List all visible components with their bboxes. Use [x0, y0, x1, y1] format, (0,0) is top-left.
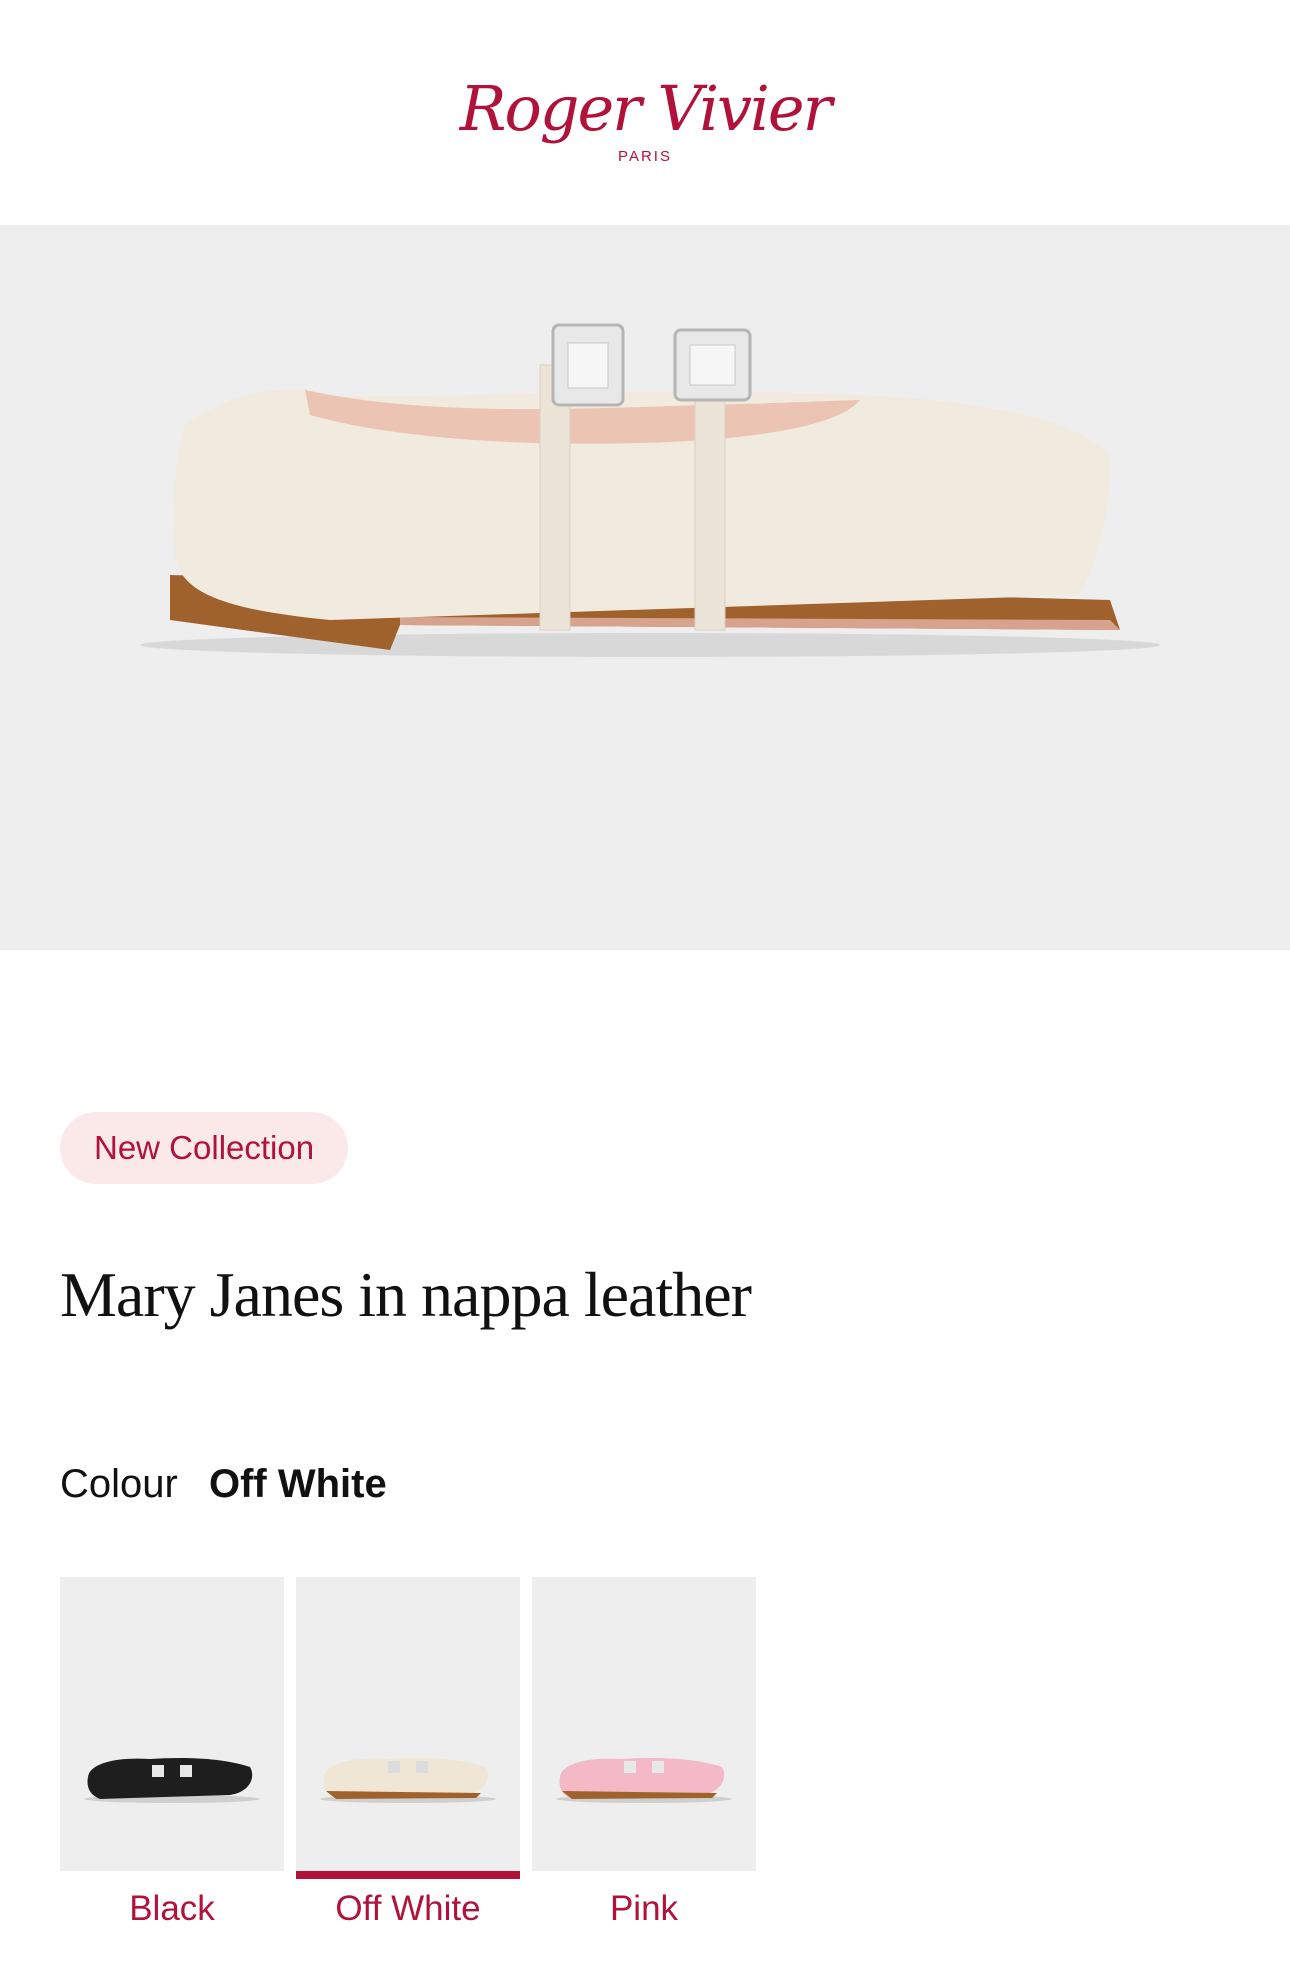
new-collection-badge: New Collection [60, 1112, 349, 1184]
swatch-indicator [60, 1871, 284, 1879]
swatch-black[interactable]: Black [60, 1577, 284, 1929]
shoe-thumbnail-icon [556, 1757, 732, 1803]
brand-subtitle: PARIS [618, 148, 672, 165]
swatch-label: Off White [335, 1889, 481, 1928]
selected-colour: Off White [208, 1462, 387, 1506]
swatch-off-white[interactable]: Off White [296, 1577, 520, 1929]
swatch-image [532, 1577, 756, 1871]
swatch-image [296, 1577, 520, 1871]
swatch-image [60, 1577, 284, 1871]
site-header: Roger Vivier PARIS [0, 0, 1290, 225]
shoe-image [140, 323, 1160, 657]
shoe-thumbnail-icon [84, 1757, 260, 1803]
product-title: Mary Janes in nappa leather [60, 1259, 752, 1330]
shoe-thumbnail-icon [320, 1757, 496, 1803]
swatch-selected-indicator [296, 1871, 520, 1879]
colour-label: Colour [60, 1462, 178, 1506]
swatch-indicator [532, 1871, 756, 1879]
colour-swatches: Black Off White Pink [60, 1577, 756, 1929]
swatch-pink[interactable]: Pink [532, 1577, 756, 1929]
brand-name: Roger Vivier [459, 72, 832, 145]
swatch-label: Black [129, 1889, 215, 1928]
colour-selector-label: Colour Off White [60, 1462, 387, 1507]
brand-logo[interactable]: Roger Vivier PARIS [459, 60, 832, 166]
product-hero-image[interactable] [0, 225, 1290, 950]
swatch-label: Pink [609, 1889, 679, 1928]
